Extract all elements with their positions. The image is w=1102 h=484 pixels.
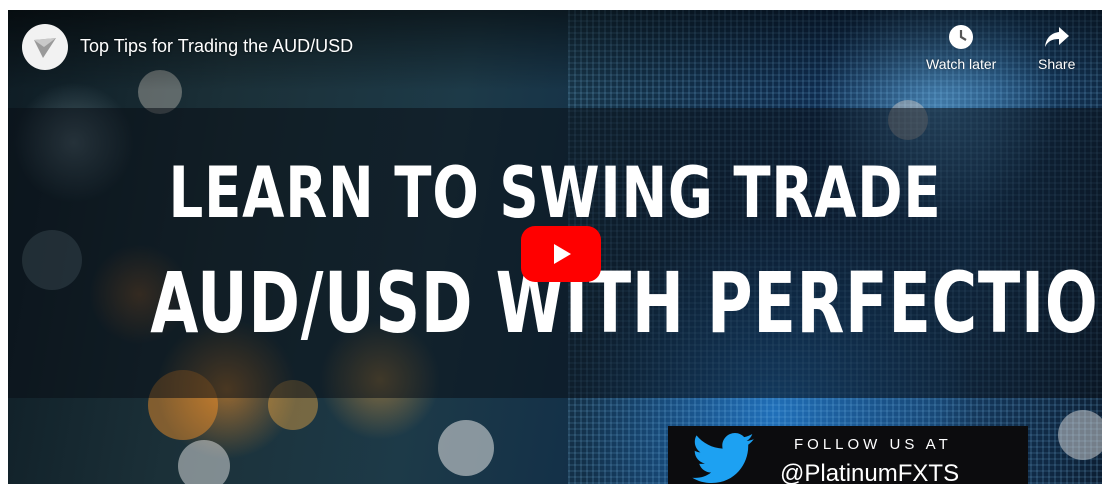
- video-player[interactable]: Top Tips for Trading the AUD/USD Watch l…: [8, 10, 1102, 484]
- bokeh-light: [178, 440, 230, 484]
- share-button[interactable]: Share: [1038, 24, 1075, 72]
- share-label: Share: [1038, 56, 1076, 72]
- thumbnail-headline-line1: LEARN TO SWING TRADE: [168, 152, 942, 234]
- twitter-promo-banner: FOLLOW US AT @PlatinumFXTS: [668, 426, 1028, 484]
- watch-later-button[interactable]: Watch later: [926, 24, 996, 72]
- bokeh-light: [438, 420, 494, 476]
- paper-plane-logo-icon: [34, 38, 56, 58]
- promo-follow-text: FOLLOW US AT: [794, 436, 952, 453]
- promo-twitter-handle: @PlatinumFXTS: [780, 460, 960, 484]
- clock-icon: [949, 25, 974, 49]
- watch-later-label: Watch later: [926, 56, 997, 72]
- youtube-play-icon: [554, 244, 571, 264]
- channel-avatar[interactable]: [22, 24, 68, 70]
- bokeh-light: [1058, 410, 1102, 460]
- twitter-bird-icon: [692, 433, 755, 483]
- share-arrow-icon: [1044, 27, 1069, 47]
- video-title[interactable]: Top Tips for Trading the AUD/USD: [80, 36, 353, 57]
- play-button[interactable]: [521, 226, 601, 282]
